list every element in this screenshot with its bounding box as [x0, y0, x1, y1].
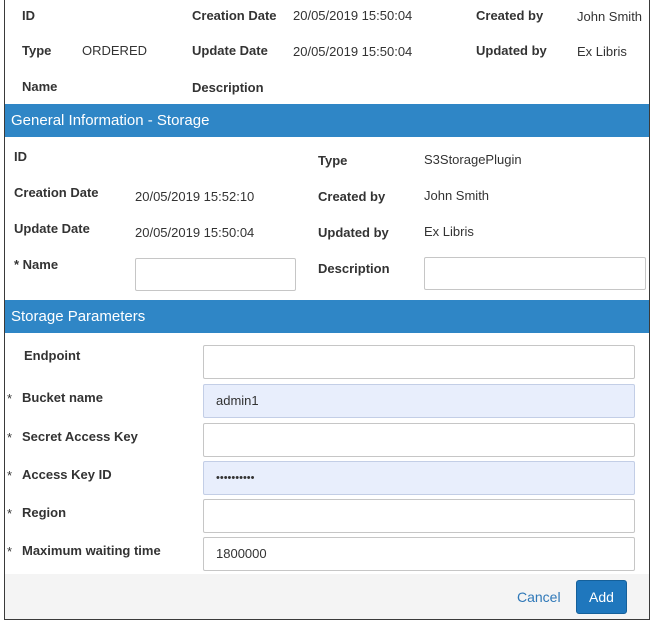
required-star: * — [7, 430, 13, 445]
bucket-name-label: Bucket name — [22, 390, 103, 405]
general-updated-by-label: Updated by — [318, 225, 389, 240]
storage-form-panel: ID Creation Date 20/05/2019 15:50:04 Cre… — [4, 0, 650, 620]
top-created-by-label: Created by — [476, 8, 544, 23]
region-input[interactable] — [203, 499, 635, 533]
endpoint-input[interactable] — [203, 345, 635, 379]
general-description-label: Description — [318, 261, 390, 276]
required-star: * — [7, 544, 13, 559]
top-type-value: ORDERED — [82, 43, 148, 58]
top-creation-date-label: Creation Date — [192, 8, 277, 23]
maximum-waiting-time-label: Maximum waiting time — [22, 543, 161, 558]
storage-parameters-header: Storage Parameters — [5, 300, 649, 333]
general-information-header: General Information - Storage — [5, 104, 649, 137]
general-type-label: Type — [318, 153, 348, 168]
top-type-label: Type — [22, 43, 52, 58]
general-update-date-value: 20/05/2019 15:50:04 — [135, 225, 255, 240]
top-name-label: Name — [22, 79, 58, 94]
top-description-label: Description — [192, 80, 264, 95]
region-label: Region — [22, 505, 67, 520]
general-creation-date-value: 20/05/2019 15:52:10 — [135, 189, 255, 204]
general-name-label: * Name — [14, 257, 59, 272]
top-creation-date-value: 20/05/2019 15:50:04 — [293, 8, 413, 23]
secret-access-key-input[interactable] — [203, 423, 635, 457]
secret-access-key-label: Secret Access Key — [22, 429, 138, 444]
general-type-value: S3StoragePlugin — [424, 152, 522, 167]
description-input[interactable] — [424, 257, 646, 290]
general-updated-by-value: Ex Libris — [424, 224, 474, 239]
cancel-button[interactable]: Cancel — [517, 589, 561, 605]
top-created-by-value: John Smith — [577, 9, 643, 24]
required-star: * — [7, 391, 13, 406]
access-key-id-label: Access Key ID — [22, 467, 112, 482]
general-update-date-label: Update Date — [14, 221, 90, 236]
name-input[interactable] — [135, 258, 296, 291]
required-star: * — [7, 506, 13, 521]
top-update-date-label: Update Date — [192, 43, 268, 58]
access-key-id-input[interactable]: •••••••••• — [203, 461, 635, 495]
endpoint-label: Endpoint — [24, 348, 81, 363]
top-id-label: ID — [22, 8, 35, 23]
maximum-waiting-time-input[interactable]: 1800000 — [203, 537, 635, 571]
general-created-by-label: Created by — [318, 189, 386, 204]
general-id-label: ID — [14, 149, 27, 164]
general-created-by-value: John Smith — [424, 188, 490, 203]
top-updated-by-value: Ex Libris — [577, 44, 627, 59]
general-creation-date-label: Creation Date — [14, 185, 99, 200]
top-updated-by-label: Updated by — [476, 43, 547, 58]
top-update-date-value: 20/05/2019 15:50:04 — [293, 44, 413, 59]
bucket-name-input[interactable]: admin1 — [203, 384, 635, 418]
add-button[interactable]: Add — [576, 580, 627, 614]
required-star: * — [7, 468, 13, 483]
